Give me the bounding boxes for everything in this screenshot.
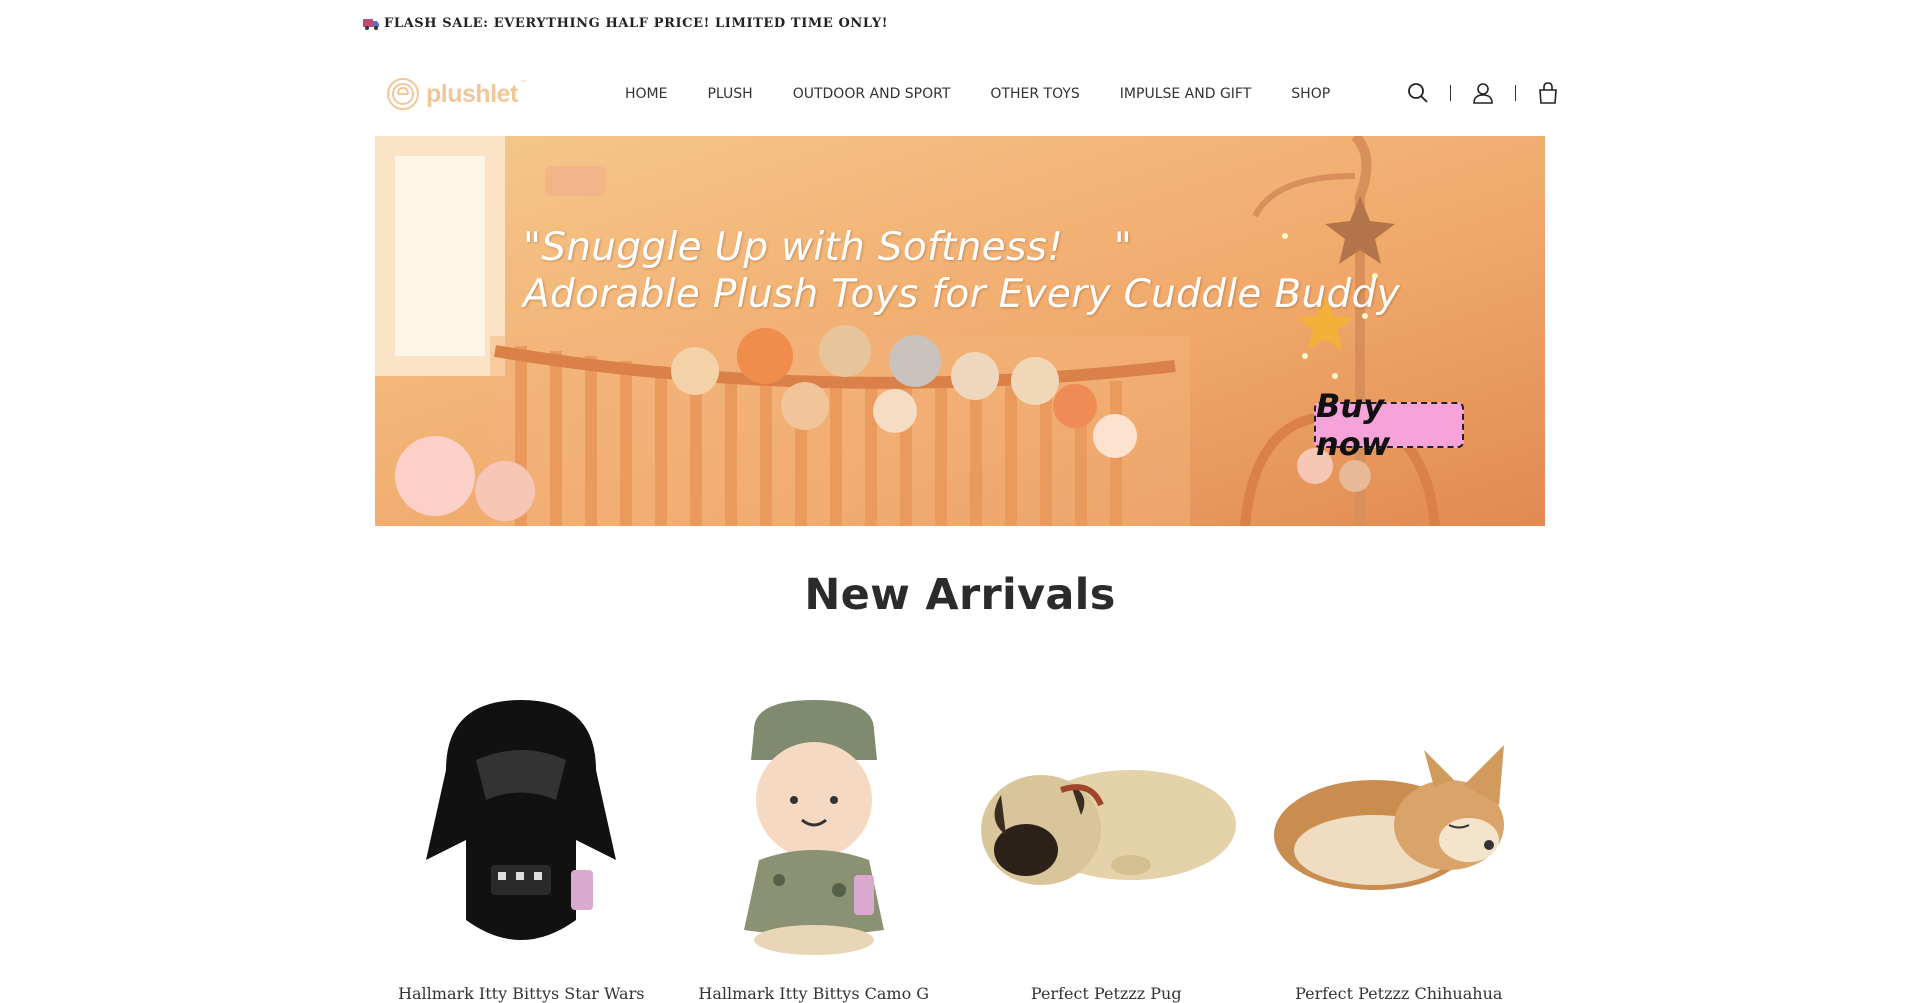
announcement-text: FLASH SALE: EVERYTHING HALF PRICE! LIMIT… bbox=[384, 16, 889, 31]
logo-trademark: ™ bbox=[519, 79, 528, 88]
header-icons bbox=[1406, 81, 1560, 105]
product-name[interactable]: Perfect Petzzz Pug bbox=[960, 984, 1253, 1003]
product-card[interactable]: Perfect Petzzz Pug bbox=[960, 680, 1253, 1003]
product-grid: Hallmark Itty Bittys Star Wars Hallmark … bbox=[375, 680, 1545, 1003]
nav-impulse-and-gift[interactable]: IMPULSE AND GIFT bbox=[1120, 86, 1252, 102]
logo-text: plushlet bbox=[426, 79, 518, 108]
divider bbox=[1450, 85, 1451, 101]
hero-illustration bbox=[375, 136, 1545, 526]
product-name[interactable]: Hallmark Itty Bittys Star Wars bbox=[375, 984, 668, 1003]
nav-shop[interactable]: SHOP bbox=[1291, 86, 1330, 102]
hero-headline: "Snuggle Up with Softness! " Adorable Pl… bbox=[523, 224, 1400, 318]
hero-line-2: Adorable Plush Toys for Every Cuddle Bud… bbox=[523, 272, 1400, 317]
product-image[interactable] bbox=[375, 680, 668, 970]
account-icon[interactable] bbox=[1471, 81, 1495, 105]
product-card[interactable]: Hallmark Itty Bittys Camo G bbox=[668, 680, 961, 1003]
hero-banner[interactable]: "Snuggle Up with Softness! " Adorable Pl… bbox=[375, 136, 1545, 526]
product-name[interactable]: Perfect Petzzz Chihuahua bbox=[1253, 984, 1546, 1003]
site-logo[interactable]: plushlet ™ bbox=[386, 77, 528, 111]
product-image[interactable] bbox=[960, 680, 1253, 970]
section-title: New Arrivals bbox=[804, 570, 1116, 620]
product-image[interactable] bbox=[668, 680, 961, 970]
announcement-bar: FLASH SALE: EVERYTHING HALF PRICE! LIMIT… bbox=[362, 16, 888, 31]
truck-icon bbox=[362, 17, 380, 31]
main-nav: HOME PLUSH OUTDOOR AND SPORT OTHER TOYS … bbox=[625, 86, 1370, 102]
cart-icon[interactable] bbox=[1536, 81, 1560, 105]
product-image[interactable] bbox=[1253, 680, 1546, 970]
buy-now-button[interactable]: Buy now bbox=[1314, 387, 1464, 463]
product-name[interactable]: Hallmark Itty Bittys Camo G bbox=[668, 984, 961, 1003]
nav-plush[interactable]: PLUSH bbox=[707, 86, 752, 102]
search-icon[interactable] bbox=[1406, 81, 1430, 105]
logo-mark-icon bbox=[387, 78, 419, 110]
nav-other-toys[interactable]: OTHER TOYS bbox=[990, 86, 1079, 102]
hero-line-1: "Snuggle Up with Softness! " bbox=[523, 225, 1133, 270]
nav-outdoor-and-sport[interactable]: OUTDOOR AND SPORT bbox=[793, 86, 951, 102]
product-card[interactable]: Perfect Petzzz Chihuahua bbox=[1253, 680, 1546, 1003]
nav-home[interactable]: HOME bbox=[625, 86, 667, 102]
divider bbox=[1515, 85, 1516, 101]
product-card[interactable]: Hallmark Itty Bittys Star Wars bbox=[375, 680, 668, 1003]
